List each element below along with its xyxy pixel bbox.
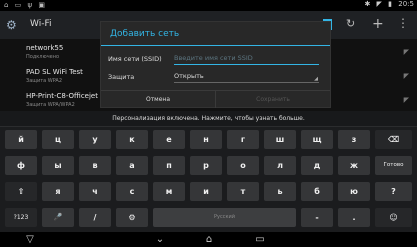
wifi-signal-icon: ◤ [403,72,409,80]
key[interactable]: о [227,156,259,175]
dropdown-arrow-icon: ◢ [314,76,318,82]
wps-icon[interactable]: ↻ [346,17,355,30]
keyboard: Персонализация включена. Нажмите, чтобы … [0,111,417,232]
key[interactable]: д [301,156,333,175]
recent-apps-icon[interactable]: ▭ [250,232,270,247]
microphone-icon[interactable]: 🎤 [42,208,74,227]
security-select[interactable]: Открыть ◢ [174,72,319,83]
cancel-button[interactable]: Отмена [101,91,216,108]
key[interactable]: ц [42,130,74,149]
smiley-icon[interactable]: ☺ [375,208,412,227]
key[interactable]: ш [264,130,296,149]
symbols-key[interactable]: ?123 [5,208,37,227]
wifi-signal-icon: ◤ [403,96,409,104]
key[interactable]: р [190,156,222,175]
key[interactable]: у [79,130,111,149]
save-button[interactable]: Сохранить [216,91,330,108]
navigation-bar: ▽ ⌄ ⌂ ▭ [0,232,417,247]
key[interactable]: п [153,156,185,175]
dash-key[interactable]: - [301,208,333,227]
security-value: Открыть [174,72,204,80]
action-bar-title: Wi-Fi [30,19,52,29]
add-network-dialog: Добавить сеть Имя сети (SSID) Введите им… [100,21,331,108]
wifi-icon: ◤ [376,0,382,8]
settings-icon[interactable]: ⚙ [116,208,148,227]
security-label: Защита [108,73,135,81]
back-icon[interactable]: ▽ [20,232,40,247]
notification-icons: ⌂ ▭ ψ ▣ [4,1,47,9]
key[interactable]: щ [301,130,333,149]
key[interactable]: ч [79,182,111,201]
shift-key[interactable]: ⇧ [5,182,37,201]
key[interactable]: з [338,130,370,149]
add-network-icon[interactable]: + [372,16,384,32]
key[interactable]: ю [338,182,370,201]
key[interactable]: б [301,182,333,201]
key[interactable]: ж [338,156,370,175]
network-status: Подключено [26,54,60,60]
key[interactable]: я [42,182,74,201]
network-status: Защита WPA/WPA2 [26,102,75,108]
key[interactable]: а [116,156,148,175]
network-status: Защита WPA2 [26,78,63,84]
dialog-title: Добавить сеть [110,29,180,39]
key[interactable]: й [5,130,37,149]
key[interactable]: и [190,182,222,201]
key[interactable]: н [190,130,222,149]
settings-app-icon[interactable]: ⚙ [6,18,17,32]
space-key[interactable]: Русский [153,208,296,227]
network-name: HP-Print-C8-Officejet P [26,92,105,100]
key[interactable]: с [116,182,148,201]
battery-icon: ▮ [388,0,393,8]
backspace-key[interactable]: ⌫ [375,130,412,149]
ssid-input[interactable]: Введите имя сети SSID [174,54,319,65]
key[interactable]: ? [375,182,412,201]
key[interactable]: к [116,130,148,149]
dialog-buttons: Отмена Сохранить [101,90,330,108]
status-bar: ⌂ ▭ ψ ▣ ✱ ◤ ▮ 20:5 [0,0,417,11]
key[interactable]: г [227,130,259,149]
slash-key[interactable]: / [79,208,111,227]
key[interactable]: л [264,156,296,175]
network-name: PAD SL WiFi Test [26,68,83,76]
period-key[interactable]: . [338,208,370,227]
key[interactable]: ь [264,182,296,201]
key[interactable]: ф [5,156,37,175]
clock: 20:5 [398,0,414,8]
key[interactable]: ы [42,156,74,175]
key[interactable]: т [227,182,259,201]
wifi-signal-icon: ◤ [403,48,409,56]
ssid-label: Имя сети (SSID) [108,55,162,63]
bluetooth-icon: ✱ [364,0,371,8]
key[interactable]: е [153,130,185,149]
hide-keyboard-icon[interactable]: ⌄ [150,232,170,247]
status-right: ✱ ◤ ▮ 20:5 [360,0,414,8]
key[interactable]: м [153,182,185,201]
suggestion-strip[interactable]: Персонализация включена. Нажмите, чтобы … [0,111,417,127]
home-icon[interactable]: ⌂ [199,232,219,247]
network-name: network55 [26,44,64,52]
overflow-menu-icon[interactable]: ⋮ [397,16,409,30]
dialog-title-divider [101,45,330,46]
enter-key[interactable]: Готово [375,156,412,175]
key[interactable]: в [79,156,111,175]
